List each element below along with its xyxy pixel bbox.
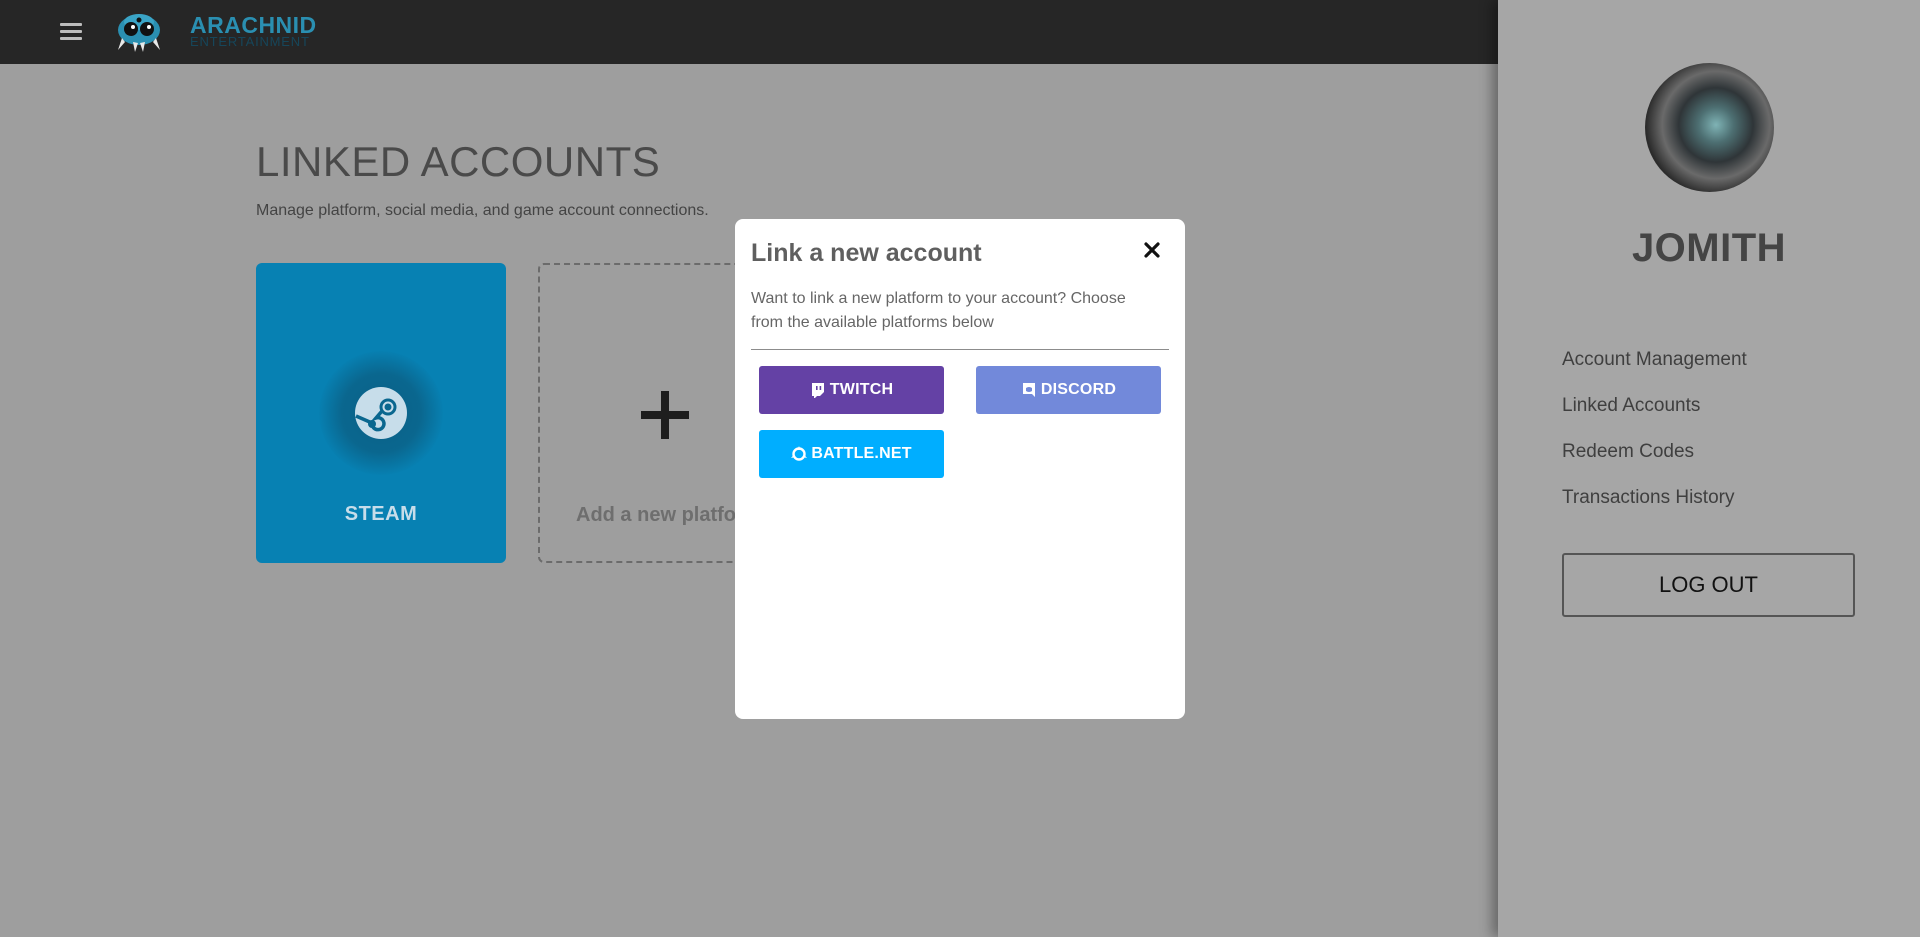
twitch-button-label: TWITCH (829, 381, 894, 398)
battlenet-icon (791, 446, 808, 461)
side-nav: Account Management Linked Accounts Redee… (1562, 349, 1747, 533)
side-nav-item-linked-accounts[interactable]: Linked Accounts (1562, 395, 1747, 441)
page-subtitle: Manage platform, social media, and game … (256, 202, 709, 219)
modal-description: Want to link a new platform to your acco… (751, 290, 1126, 331)
linked-account-name: STEAM (344, 503, 418, 525)
link-account-modal: Link a new account Want to link a new pl… (735, 219, 1185, 719)
twitch-icon (811, 383, 824, 398)
brand[interactable]: ARACHNID ENTERTAINMENT (190, 13, 317, 49)
side-nav-item-redeem-codes[interactable]: Redeem Codes (1562, 441, 1747, 487)
battlenet-button[interactable]: BATTLE.NET (759, 430, 944, 478)
avatar (1645, 63, 1774, 192)
discord-icon (1022, 383, 1035, 397)
discord-button[interactable]: DISCORD (976, 366, 1161, 414)
linked-account-card-steam[interactable]: STEAM (256, 263, 506, 563)
close-icon[interactable] (1139, 237, 1165, 263)
hamburger-menu-icon[interactable] (58, 20, 84, 44)
modal-divider (751, 349, 1169, 350)
brand-subtitle: ENTERTAINMENT (190, 34, 310, 49)
discord-button-label: DISCORD (1040, 381, 1117, 398)
add-platform-label: Add a new platform (576, 504, 762, 526)
battlenet-button-label: BATTLE.NET (811, 445, 912, 462)
account-side-panel: JOMITH Account Management Linked Account… (1498, 0, 1920, 937)
plus-icon (641, 391, 689, 439)
steam-icon (355, 387, 407, 439)
logout-button[interactable]: LOG OUT (1562, 553, 1855, 617)
page-title: LINKED ACCOUNTS (256, 138, 661, 185)
username: JOMITH (1631, 226, 1787, 270)
twitch-button[interactable]: TWITCH (759, 366, 944, 414)
modal-title: Link a new account (751, 239, 982, 267)
side-nav-item-transactions-history[interactable]: Transactions History (1562, 487, 1747, 533)
spider-logo-icon[interactable] (114, 8, 164, 54)
side-nav-item-account-management[interactable]: Account Management (1562, 349, 1747, 395)
